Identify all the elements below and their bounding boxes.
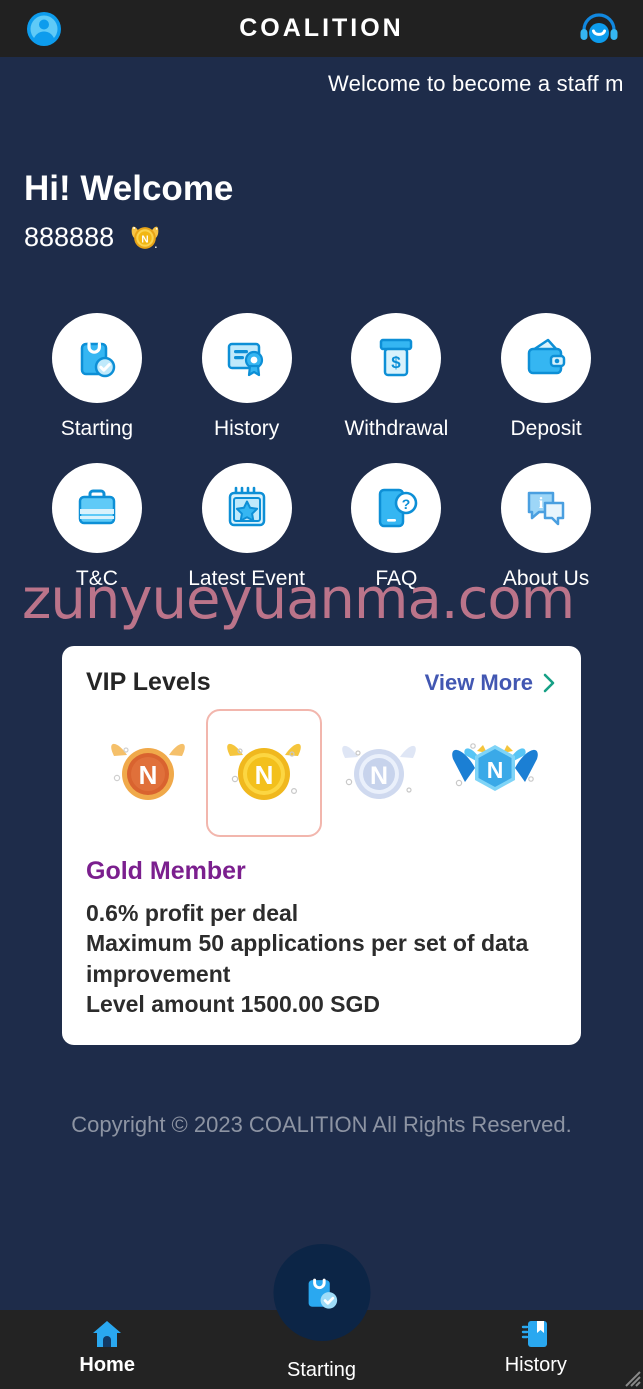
nav-label: Home — [79, 1354, 135, 1376]
svg-text:$: $ — [392, 353, 402, 372]
svg-text:?: ? — [402, 496, 411, 512]
menu-label: History — [213, 417, 280, 440]
menu-item-history[interactable]: History — [172, 313, 322, 441]
diamond-member-badge: N — [452, 743, 538, 791]
announcement-marquee[interactable]: Welcome to become a staff m — [0, 57, 643, 119]
greeting-block: Hi! Welcome 888888 N — [24, 169, 234, 253]
home-icon — [93, 1321, 122, 1347]
svg-text:N: N — [138, 760, 157, 790]
chat-info-icon: i — [527, 491, 565, 526]
vip-level-diamond[interactable]: N — [437, 709, 553, 837]
menu-item-about-us[interactable]: i About Us — [471, 463, 621, 591]
atm-dollar-icon: $ — [380, 338, 413, 377]
menu-label: Deposit — [510, 417, 582, 440]
vip-levels-card: VIP Levels View More N N N N Gold Member… — [62, 646, 581, 1046]
briefcase-icon — [78, 489, 116, 525]
vip-desc-line-2: Maximum 50 applications per set of data … — [86, 930, 529, 987]
menu-label: Latest Event — [188, 567, 305, 590]
menu-label: Starting — [60, 417, 134, 440]
vip-card-header: VIP Levels View More — [86, 668, 557, 697]
svg-text:N: N — [370, 762, 388, 790]
profile-button[interactable] — [22, 7, 66, 51]
menu-icon-wrap — [201, 313, 292, 403]
menu-icon-wrap: ? — [351, 463, 442, 553]
menu-item-withdrawal[interactable]: $ Withdrawal — [322, 313, 472, 441]
view-more-label: View More — [424, 669, 533, 695]
gold-coin-n-badge: N — [131, 226, 159, 249]
app-root: COALITION Welcome to become a staff m Hi… — [0, 0, 643, 1389]
chevron-right-icon — [543, 673, 555, 692]
menu-item-deposit[interactable]: Deposit — [471, 313, 621, 441]
silver-member-badge: N — [342, 745, 417, 799]
svg-text:i: i — [539, 495, 544, 512]
menu-icon-wrap: i — [501, 463, 592, 553]
quick-menu-grid: Starting History $ Withdrawal Deposit T&… — [0, 313, 643, 591]
menu-label: Withdrawal — [344, 417, 449, 440]
announcement-text: Welcome to become a staff m — [328, 71, 624, 96]
headset-support-icon — [580, 12, 618, 43]
menu-label: T&C — [75, 567, 118, 590]
customer-support-button[interactable] — [577, 7, 621, 51]
phone-question-icon: ? — [379, 488, 418, 528]
certificate-icon — [227, 342, 263, 377]
vip-level-silver[interactable]: N — [322, 709, 438, 837]
menu-label: FAQ — [375, 567, 418, 590]
copyright-text: Copyright © 2023 COALITION All Rights Re… — [71, 1112, 572, 1137]
menu-icon-wrap — [501, 313, 592, 403]
top-header-bar: COALITION — [0, 0, 643, 57]
vip-desc-line-3: Level amount 1500.00 SGD — [86, 991, 381, 1018]
app-title: COALITION — [239, 14, 404, 42]
vip-level-bronze[interactable]: N — [90, 709, 206, 837]
nav-label: History — [504, 1354, 567, 1376]
nav-item-history[interactable]: History — [429, 1310, 643, 1377]
vip-level-gold[interactable]: N — [205, 709, 322, 837]
wallet-icon — [527, 338, 566, 375]
svg-text:N: N — [487, 757, 504, 783]
shopping-bag-check-icon — [80, 342, 116, 378]
svg-text:N: N — [254, 760, 273, 790]
bookmark-book-icon — [521, 1321, 547, 1347]
page-title: Hi! Welcome — [24, 169, 234, 208]
nav-label: Starting — [287, 1359, 356, 1381]
shopping-bag-check-icon — [308, 1278, 338, 1309]
window-resize-grip-icon[interactable] — [619, 1365, 641, 1387]
center-action-button[interactable] — [273, 1244, 370, 1341]
view-more-button[interactable]: View More — [425, 670, 557, 696]
calendar-star-icon — [228, 486, 265, 527]
menu-icon-wrap — [51, 463, 142, 553]
menu-icon-wrap — [201, 463, 292, 553]
nav-item-home[interactable]: Home — [0, 1310, 214, 1377]
vip-desc-line-1: 0.6% profit per deal — [86, 900, 299, 926]
menu-label: About Us — [502, 567, 590, 590]
menu-item-tnc[interactable]: T&C — [22, 463, 172, 591]
user-avatar-icon — [27, 11, 61, 46]
bronze-member-badge: N — [111, 743, 185, 800]
username-text: 888888 — [24, 222, 115, 252]
menu-item-starting[interactable]: Starting — [22, 313, 172, 441]
svg-text:N: N — [141, 234, 148, 245]
menu-icon-wrap: $ — [351, 313, 442, 403]
vip-card-title: VIP Levels — [86, 668, 211, 696]
menu-icon-wrap — [51, 313, 142, 403]
menu-item-latest-event[interactable]: Latest Event — [172, 463, 322, 591]
vip-badge-row: N N N N — [86, 709, 557, 837]
user-row: 888888 N — [24, 223, 233, 253]
vip-level-name: Gold Member — [86, 857, 246, 885]
menu-item-faq[interactable]: ? FAQ — [322, 463, 472, 591]
gold-member-badge: N — [226, 743, 301, 800]
